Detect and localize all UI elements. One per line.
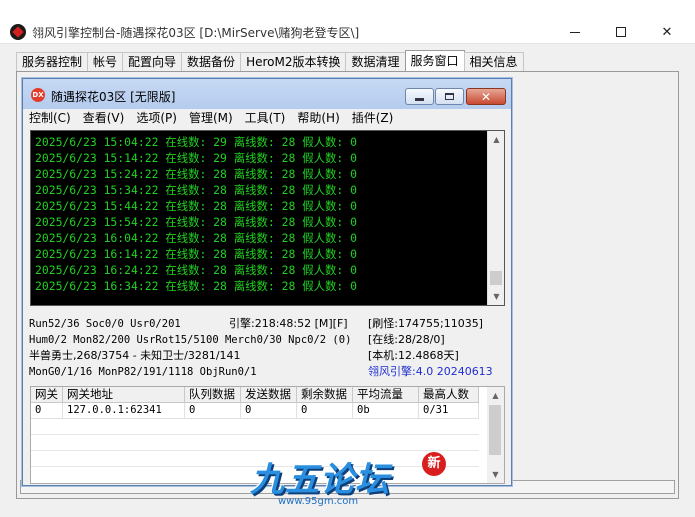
tab-service-window[interactable]: 服务窗口 [404,50,465,72]
col-queue-data[interactable]: 队列数据 [185,387,241,403]
menu-help[interactable]: 帮助(H) [297,109,339,129]
scroll-thumb[interactable] [489,405,501,455]
maximize-icon [445,93,454,100]
tab-related-info[interactable]: 相关信息 [463,52,524,72]
menu-manage[interactable]: 管理(M) [189,109,233,129]
col-avg-traffic[interactable]: 平均流量 [353,387,419,403]
watermark-brand: 九五论坛 [250,460,390,500]
log-lines: 2025/6/23 15:04:22 在线数: 29 离线数: 28 假人数: … [35,134,487,294]
log-line: 2025/6/23 16:24:22 在线数: 28 离线数: 28 假人数: … [35,263,357,277]
minimize-button[interactable] [553,20,597,44]
scroll-up-icon[interactable]: ▲ [488,131,505,148]
stat-run: Run52/36 Soc0/0 Usr0/201 [29,318,181,330]
scroll-thumb[interactable] [490,271,502,285]
table-header: 网关 网关地址 队列数据 发送数据 剩余数据 平均流量 最高人数 [31,387,479,403]
col-gateway[interactable]: 网关 [31,387,63,403]
server-close-button[interactable]: ✕ [466,88,506,105]
cell-gateway-address: 127.0.0.1:62341 [63,403,185,419]
col-send-data[interactable]: 发送数据 [241,387,297,403]
log-line: 2025/6/23 15:04:22 在线数: 29 离线数: 28 假人数: … [35,135,357,149]
close-button[interactable]: ✕ [645,20,689,44]
menubar: 控制(C) 查看(V) 选项(P) 管理(M) 工具(T) 帮助(H) 插件(Z… [23,109,511,129]
log-scrollbar[interactable]: ▲ ▼ [487,131,504,305]
outer-titlebar[interactable]: 翎风引擎控制台-随遇探花03区 [D:\MirServe\赌狗老登专区\] ✕ [0,0,695,44]
close-icon: ✕ [480,89,492,104]
cell-avg-traffic: 0b [353,403,419,419]
stat-online: [在线:28/28/0] [368,333,445,346]
scroll-down-icon[interactable]: ▼ [488,288,505,305]
forum-watermark: 九五论坛 新 www.95gm.com [250,448,450,512]
watermark-url: www.95gm.com [278,496,359,507]
server-window-title: 随遇探花03区 [无限版] [51,90,176,104]
log-line: 2025/6/23 16:04:22 在线数: 28 离线数: 28 假人数: … [35,231,357,245]
server-minimize-button[interactable] [405,88,434,105]
tab-config-wizard[interactable]: 配置向导 [122,52,183,72]
stat-mong: MonG0/1/16 MonP82/191/1118 ObjRun0/1 [29,366,257,378]
tab-data-backup[interactable]: 数据备份 [181,52,242,72]
log-line: 2025/6/23 15:24:22 在线数: 28 离线数: 28 假人数: … [35,167,357,181]
tab-herom2-convert[interactable]: HeroM2版本转换 [240,52,347,72]
tab-account[interactable]: 帐号 [87,52,124,72]
log-line: 2025/6/23 15:14:22 在线数: 29 离线数: 28 假人数: … [35,151,357,165]
stat-engine: 引擎:218:48:52 [M][F] [229,317,348,330]
tab-data-cleanup[interactable]: 数据清理 [345,52,406,72]
maximize-icon [616,27,626,37]
menu-control[interactable]: 控制(C) [29,109,71,129]
log-line: 2025/6/23 15:44:22 在线数: 28 离线数: 28 假人数: … [35,199,357,213]
col-gateway-address[interactable]: 网关地址 [63,387,185,403]
log-console[interactable]: 2025/6/23 15:04:22 在线数: 29 离线数: 28 假人数: … [30,130,505,306]
cell-queue-data: 0 [185,403,241,419]
window-title: 翎风引擎控制台-随遇探花03区 [D:\MirServe\赌狗老登专区\] [32,26,360,40]
stat-hum: Hum0/2 Mon82/200 UsrRot15/5100 Merch0/30… [29,334,352,346]
server-maximize-button[interactable] [435,88,464,105]
cell-remain-data: 0 [297,403,353,419]
empty-row [31,419,479,435]
log-line: 2025/6/23 15:34:22 在线数: 28 离线数: 28 假人数: … [35,183,357,197]
stat-refresh: [刷怪:174755;11035] [368,317,483,330]
server-app-icon: DX [31,88,45,102]
minimize-icon [415,98,424,101]
scroll-up-icon[interactable]: ▲ [487,387,504,404]
scroll-down-icon[interactable]: ▼ [487,466,504,483]
cell-max-users: 0/31 [419,403,479,419]
server-window-titlebar[interactable]: DX 随遇探花03区 [无限版] ✕ [23,79,511,109]
server-window: DX 随遇探花03区 [无限版] ✕ 控制(C) 查看(V) 选项(P) 管理(… [22,78,512,486]
watermark-seal: 新 [422,452,446,476]
cell-send-data: 0 [241,403,297,419]
log-line: 2025/6/23 16:14:22 在线数: 28 离线数: 28 假人数: … [35,247,357,261]
tab-server-control[interactable]: 服务器控制 [16,52,89,72]
table-scrollbar[interactable]: ▲ ▼ [487,387,504,483]
menu-plugins[interactable]: 插件(Z) [352,109,394,129]
minimize-icon [570,31,580,33]
stat-monster: 半兽勇士,268/3754 - 未知卫士/3281/141 [29,349,241,362]
menu-tools[interactable]: 工具(T) [245,109,286,129]
log-line: 2025/6/23 16:34:22 在线数: 28 离线数: 28 假人数: … [35,279,357,293]
menu-view[interactable]: 查看(V) [83,109,125,129]
maximize-button[interactable] [599,20,643,44]
stat-version: 翎风引擎:4.0 20240613 [368,365,493,378]
close-icon: ✕ [661,24,673,40]
log-line: 2025/6/23 15:54:22 在线数: 28 离线数: 28 假人数: … [35,215,357,229]
col-remain-data[interactable]: 剩余数据 [297,387,353,403]
tabbar: 服务器控制 帐号 配置向导 数据备份 HeroM2版本转换 数据清理 服务窗口 … [16,50,524,72]
col-max-users[interactable]: 最高人数 [419,387,479,403]
menu-options[interactable]: 选项(P) [136,109,177,129]
cell-gateway: 0 [31,403,63,419]
table-row[interactable]: 0 127.0.0.1:62341 0 0 0 0b 0/31 [31,403,479,419]
stat-local: [本机:12.4868天] [368,349,459,362]
app-icon [10,24,26,40]
